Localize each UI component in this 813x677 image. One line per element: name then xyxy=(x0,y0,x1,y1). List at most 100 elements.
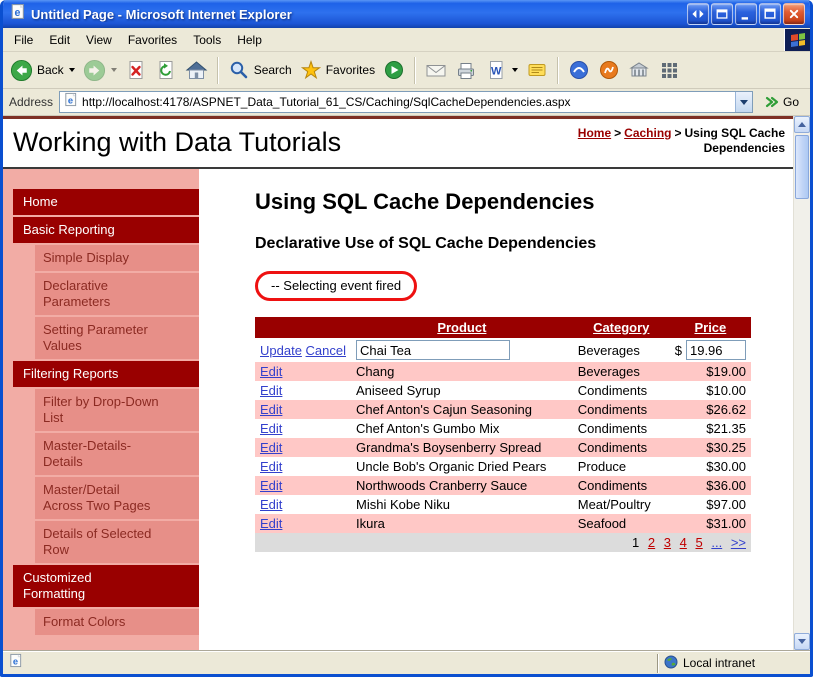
pager-page-4-link[interactable]: 4 xyxy=(680,535,687,550)
edit-word-icon: W xyxy=(490,61,503,79)
pager-page-2-link[interactable]: 2 xyxy=(648,535,655,550)
section-title: Declarative Use of SQL Cache Dependencie… xyxy=(255,235,597,252)
back-label: Back xyxy=(37,63,64,77)
research-button[interactable] xyxy=(624,54,654,86)
sidebar-item-declarative-parameters[interactable]: Declarative Parameters xyxy=(35,273,199,315)
pager-ellipsis-link[interactable]: ... xyxy=(711,535,722,550)
close-button[interactable] xyxy=(783,3,805,25)
sidebar-item-filtering-reports[interactable]: Filtering Reports xyxy=(13,361,199,387)
minimize-button[interactable] xyxy=(735,3,757,25)
favorites-label: Favorites xyxy=(325,63,376,77)
media-button[interactable] xyxy=(379,54,409,86)
sidebar-item-setting-parameter-values[interactable]: Setting Parameter Values xyxy=(35,317,199,359)
scroll-down-button[interactable] xyxy=(794,633,810,650)
menu-favorites[interactable]: Favorites xyxy=(120,30,185,50)
address-label: Address xyxy=(9,95,54,109)
home-button[interactable] xyxy=(181,54,212,86)
edit-link[interactable]: Edit xyxy=(260,459,282,474)
table-row: Edit Chang Beverages $19.00 xyxy=(255,362,751,381)
vertical-scrollbar[interactable] xyxy=(793,116,810,650)
menu-help[interactable]: Help xyxy=(229,30,270,50)
scrollbar-track[interactable] xyxy=(794,133,810,633)
edit-link[interactable]: Edit xyxy=(260,478,282,493)
edit-link[interactable]: Edit xyxy=(260,516,282,531)
titlebar[interactable]: e Untitled Page - Microsoft Internet Exp… xyxy=(3,0,810,28)
menu-view[interactable]: View xyxy=(78,30,120,50)
sidebar-item-master-detail-across-two-pages[interactable]: Master/Detail Across Two Pages xyxy=(35,477,199,519)
print-button[interactable] xyxy=(451,54,481,86)
category-sort-link[interactable]: Category xyxy=(593,320,649,335)
page-content: Working with Data Tutorials Home > Caching… xyxy=(3,116,793,650)
pager-page-5-link[interactable]: 5 xyxy=(695,535,702,550)
category-cell: Produce xyxy=(577,459,627,474)
breadcrumb-separator: > xyxy=(614,126,622,140)
table-row: Edit Chef Anton's Gumbo Mix Condiments $… xyxy=(255,419,751,438)
media-icon xyxy=(385,61,404,79)
breadcrumb-home-link[interactable]: Home xyxy=(578,126,611,140)
edit-link[interactable]: Edit xyxy=(260,364,282,379)
minimize-icon xyxy=(741,17,748,20)
msn-button[interactable] xyxy=(594,54,624,86)
edit-link[interactable]: Edit xyxy=(260,497,282,512)
menu-edit[interactable]: Edit xyxy=(41,30,78,50)
titlebar-arrows-button[interactable] xyxy=(687,3,709,25)
sidebar-item-format-colors[interactable]: Format Colors xyxy=(35,609,199,635)
pager: 1 2 3 4 5 ... >> xyxy=(255,533,751,552)
search-button[interactable]: Search xyxy=(224,54,296,86)
stop-button[interactable] xyxy=(121,54,151,86)
product-cell: Chang xyxy=(356,364,395,379)
mail-button[interactable] xyxy=(421,54,451,86)
edit-link[interactable]: Edit xyxy=(260,440,282,455)
forward-button[interactable] xyxy=(79,54,121,86)
refresh-button[interactable] xyxy=(151,54,181,86)
price-cell: $30.25 xyxy=(706,440,746,455)
menu-tools[interactable]: Tools xyxy=(185,30,229,50)
print-icon xyxy=(458,63,475,79)
breadcrumb-caching-link[interactable]: Caching xyxy=(624,126,671,140)
edit-link[interactable]: Edit xyxy=(260,421,282,436)
category-cell: Beverages xyxy=(577,364,640,379)
price-edit-input[interactable] xyxy=(685,340,746,360)
address-dropdown-button[interactable] xyxy=(734,92,752,112)
scrollbar-thumb[interactable] xyxy=(795,135,809,199)
messenger-button[interactable] xyxy=(564,54,594,86)
sidebar-item-basic-reporting[interactable]: Basic Reporting xyxy=(13,217,199,243)
update-link[interactable]: Update xyxy=(260,343,302,358)
titlebar-window-button[interactable] xyxy=(711,3,733,25)
refresh-icon xyxy=(159,61,173,79)
forward-icon xyxy=(83,59,105,81)
edit-button[interactable]: W xyxy=(481,54,522,86)
cancel-link[interactable]: Cancel xyxy=(306,343,346,358)
back-button[interactable]: Back xyxy=(6,54,79,86)
pager-next-link[interactable]: >> xyxy=(731,535,746,550)
price-sort-link[interactable]: Price xyxy=(694,320,726,335)
edit-link[interactable]: Edit xyxy=(260,383,282,398)
research-building-icon xyxy=(629,62,649,77)
favorites-button[interactable]: Favorites xyxy=(296,54,379,86)
maximize-button[interactable] xyxy=(759,3,781,25)
page-title: Using SQL Cache Dependencies xyxy=(255,189,595,214)
price-column-header: Price xyxy=(669,317,751,338)
table-row: Edit Chef Anton's Cajun Seasoning Condim… xyxy=(255,400,751,419)
toolbar-separator xyxy=(557,56,560,84)
breadcrumb-separator: > xyxy=(674,126,682,140)
sidebar-item-home[interactable]: Home xyxy=(13,189,199,215)
product-edit-input[interactable] xyxy=(356,340,511,360)
sidebar-item-customized-formatting[interactable]: Customized Formatting xyxy=(13,565,199,607)
go-button[interactable]: Go xyxy=(759,90,804,114)
edit-link[interactable]: Edit xyxy=(260,402,282,417)
sidebar-item-filter-by-drop-down-list[interactable]: Filter by Drop-Down List xyxy=(35,389,199,431)
menu-file[interactable]: File xyxy=(6,30,41,50)
pager-page-3-link[interactable]: 3 xyxy=(664,535,671,550)
address-input[interactable] xyxy=(82,93,731,111)
scroll-up-button[interactable] xyxy=(794,116,810,133)
discuss-button[interactable] xyxy=(522,54,552,86)
action-cell: Update Cancel xyxy=(255,338,351,362)
sidebar-item-master-details-details[interactable]: Master-Details-Details xyxy=(35,433,199,475)
sidebar-item-details-of-selected-row[interactable]: Details of Selected Row xyxy=(35,521,199,563)
category-cell: Seafood xyxy=(577,516,627,531)
sidebar-item-simple-display[interactable]: Simple Display xyxy=(35,245,199,271)
windows-flag-icon xyxy=(790,32,805,47)
grid-button[interactable] xyxy=(654,54,684,86)
product-sort-link[interactable]: Product xyxy=(437,320,486,335)
